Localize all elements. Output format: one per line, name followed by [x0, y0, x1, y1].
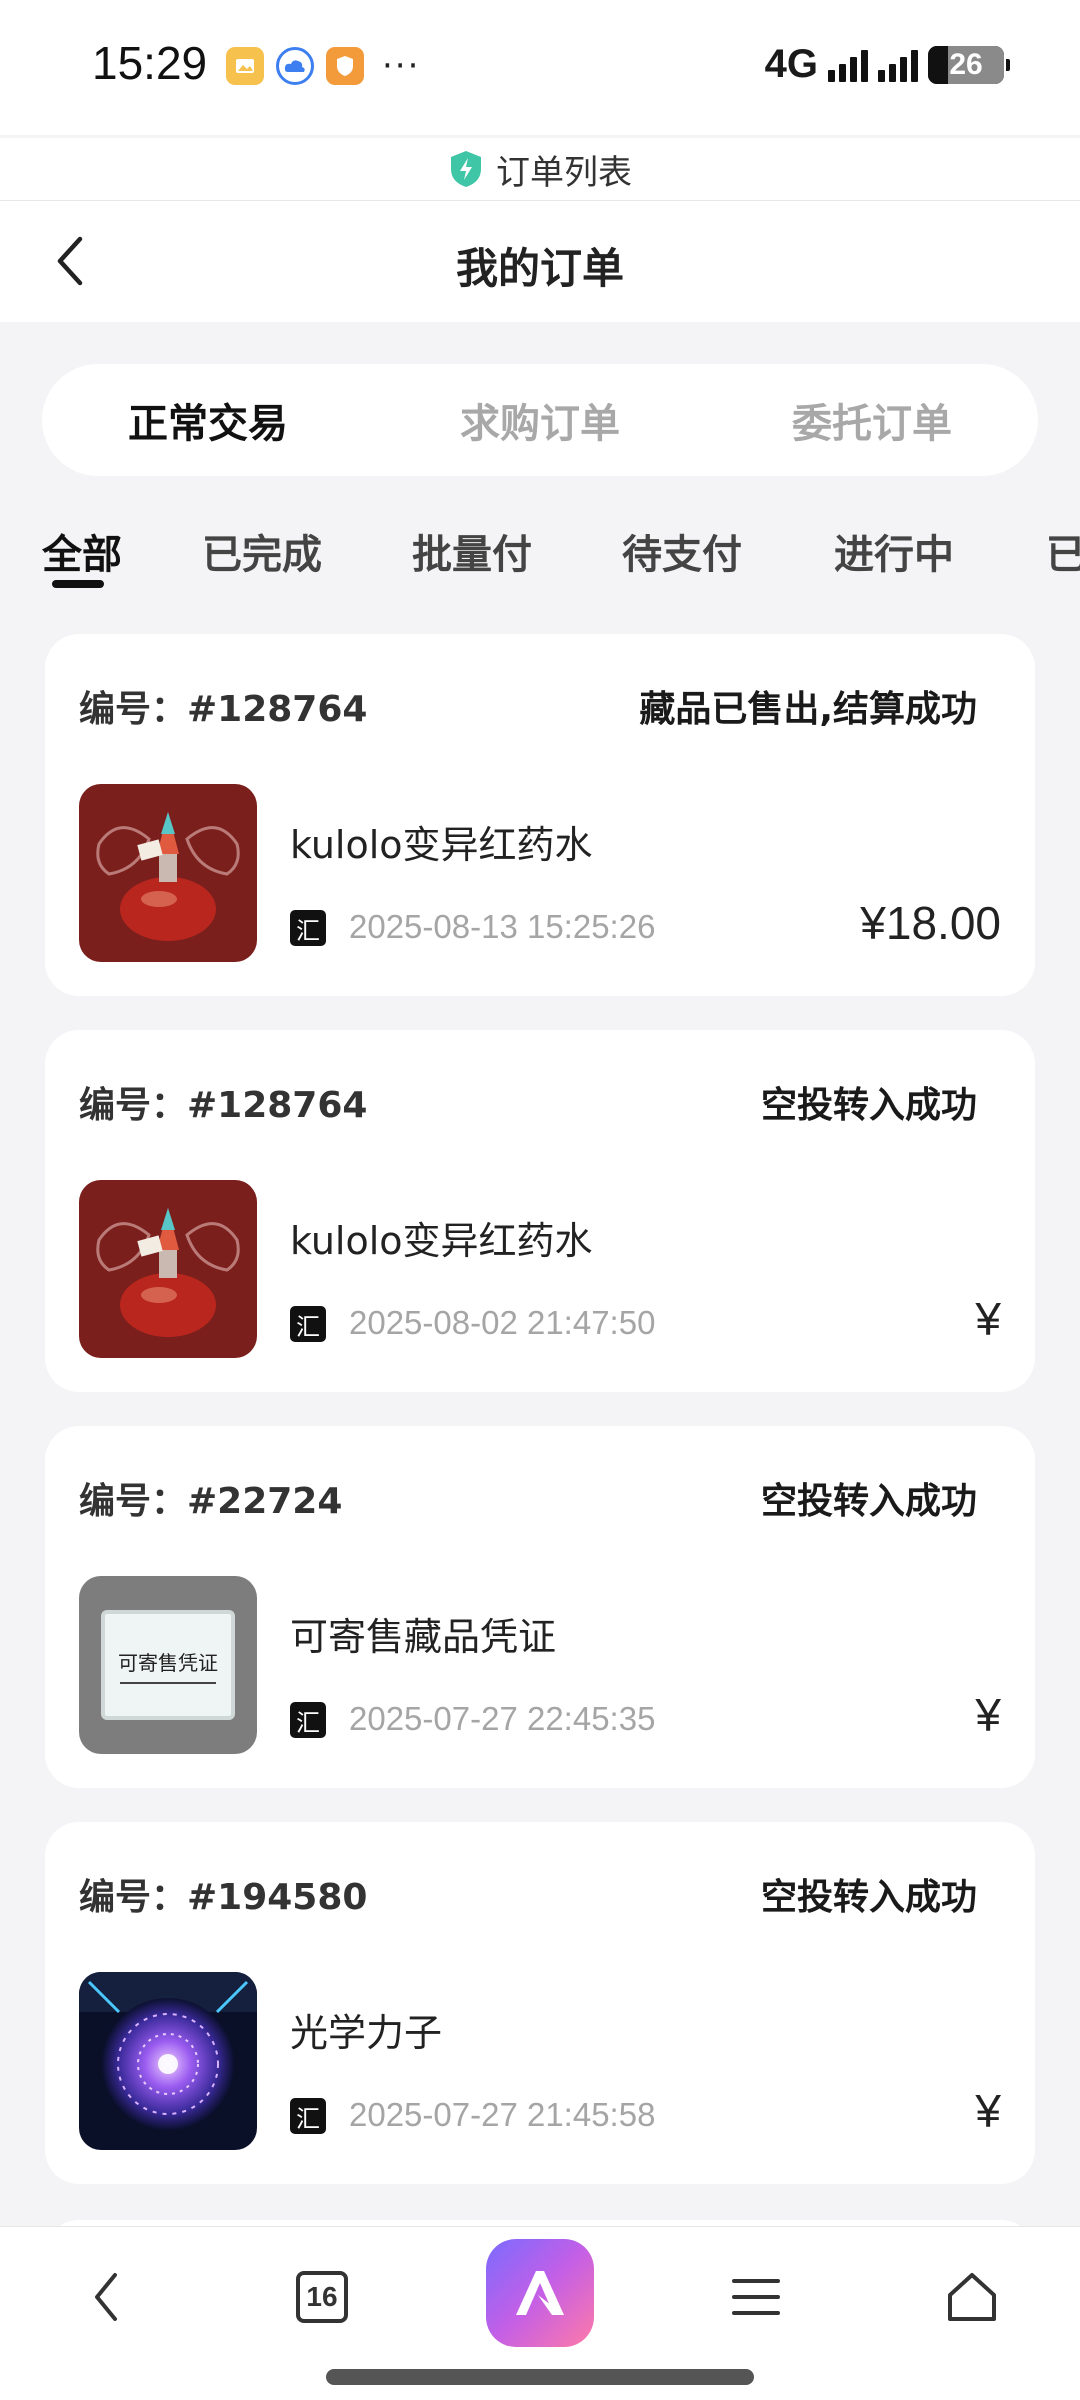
battery-icon: 26: [928, 45, 1010, 84]
order-date: 2025-07-27 22:45:35: [349, 1700, 656, 1737]
product-name: 可寄售藏品凭证: [290, 1615, 557, 1659]
home-indicator[interactable]: [326, 2369, 754, 2385]
potion-thumbnail: [79, 1180, 257, 1358]
tabs-button[interactable]: 16: [272, 2257, 372, 2337]
order-id: 编号：#128764: [79, 1085, 368, 1126]
platform-badge: 汇: [290, 1306, 326, 1342]
order-date: 2025-08-02 21:47:50: [349, 1304, 656, 1341]
voucher-thumbnail: 可寄售凭证: [79, 1576, 257, 1754]
order-card[interactable]: 编号：#194580 空投转入成功 光学力子 汇 2025-07-27 21:4…: [45, 1822, 1035, 2184]
menu-button[interactable]: [706, 2257, 806, 2337]
filter-more[interactable]: 已: [1046, 522, 1080, 580]
order-card[interactable]: 编号：#128764 空投转入成功 kulolo变异红药水 汇 2025-08-…: [45, 1030, 1035, 1392]
order-status: 空投转入成功: [760, 1085, 977, 1126]
signal-icon-2: [878, 48, 918, 82]
tab-count: 16: [296, 2271, 348, 2323]
voucher-label: 可寄售凭证: [118, 1650, 218, 1675]
tab-normal-trade[interactable]: 正常交易: [58, 391, 358, 449]
order-card[interactable]: 编号：#128764 藏品已售出,结算成功 kulolo变异红药水 汇 2025…: [45, 634, 1035, 996]
active-tab-indicator: [52, 580, 104, 588]
order-id: 编号：#22724: [79, 1481, 343, 1522]
order-status: 空投转入成功: [760, 1877, 977, 1918]
order-status: 藏品已售出,结算成功: [639, 689, 977, 730]
filter-all[interactable]: 全部: [42, 522, 122, 580]
shield-app-icon: [326, 47, 364, 85]
battery-level: 26: [949, 47, 983, 81]
nav-bar: 我的订单: [0, 200, 1080, 322]
order-status: 空投转入成功: [760, 1481, 977, 1522]
more-notifications-icon: ···: [382, 46, 421, 86]
home-button[interactable]: [922, 2257, 1022, 2337]
site-title: 订单列表: [496, 152, 632, 193]
notification-icons: ···: [226, 46, 420, 86]
filter-pending-payment[interactable]: 待支付: [622, 522, 742, 580]
signal-icon: [828, 48, 868, 82]
status-time: 15:29: [92, 37, 208, 89]
potion-thumbnail: [79, 784, 257, 962]
cloud-app-icon: [276, 47, 314, 85]
platform-badge: 汇: [290, 1702, 326, 1738]
menu-icon: [732, 2279, 780, 2315]
filter-in-progress[interactable]: 进行中: [834, 522, 954, 580]
site-title-bar: 订单列表: [0, 138, 1080, 200]
status-filter-tabs: 全部 已完成 批量付 待支付 进行中 已: [0, 508, 1080, 598]
chevron-left-icon: [95, 2273, 117, 2321]
status-bar: 15:29 ··· 4G 26: [0, 0, 1080, 135]
orb-thumbnail: [79, 1972, 257, 2150]
page-title: 我的订单: [455, 244, 624, 293]
network-type: 4G: [764, 42, 818, 86]
product-name: kulolo变异红药水: [290, 823, 593, 867]
order-type-tabs: 正常交易 求购订单 委托订单: [42, 364, 1038, 476]
platform-badge: 汇: [290, 2098, 326, 2134]
order-price: ¥18.00: [860, 897, 1001, 949]
shield-icon: [451, 151, 481, 187]
filter-completed[interactable]: 已完成: [202, 522, 322, 580]
order-price: ¥: [975, 1689, 1001, 1741]
status-indicators: 4G 26: [764, 42, 1010, 87]
order-date: 2025-08-13 15:25:26: [349, 908, 656, 945]
browser-back-button[interactable]: [56, 2257, 156, 2337]
order-id: 编号：#194580: [79, 1877, 368, 1918]
tab-consignment-orders[interactable]: 委托订单: [722, 391, 1022, 449]
order-id: 编号：#128764: [79, 689, 368, 730]
product-name: 光学力子: [290, 2011, 443, 2055]
platform-badge: 汇: [290, 910, 326, 946]
product-name: kulolo变异红药水: [290, 1219, 593, 1263]
home-icon: [948, 2273, 996, 2321]
browser-app-icon[interactable]: [486, 2239, 594, 2347]
gallery-app-icon: [226, 47, 264, 85]
filter-batch-pay[interactable]: 批量付: [412, 522, 532, 580]
order-price: ¥: [975, 1293, 1001, 1345]
order-card[interactable]: 编号：#22724 空投转入成功 可寄售凭证 可寄售藏品凭证 汇 2025-07…: [45, 1426, 1035, 1788]
order-date: 2025-07-27 21:45:58: [349, 2096, 656, 2133]
tab-purchase-orders[interactable]: 求购订单: [390, 391, 690, 449]
order-price: ¥: [975, 2085, 1001, 2137]
